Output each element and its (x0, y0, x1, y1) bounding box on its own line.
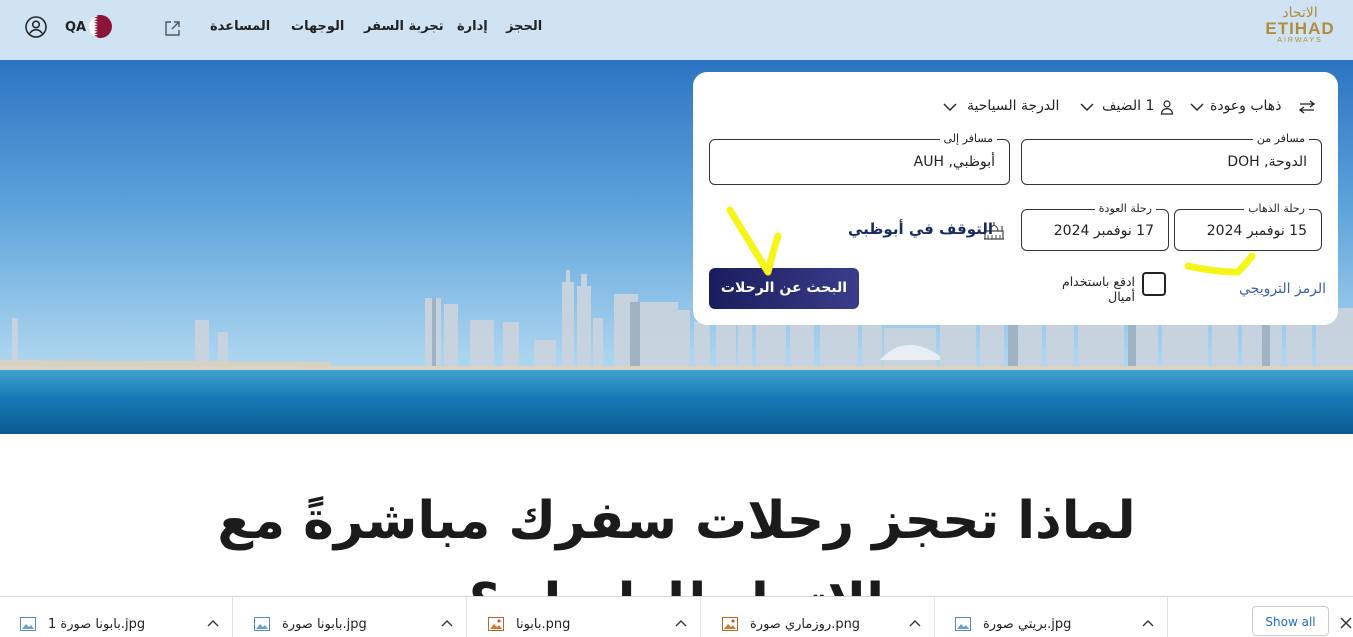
download-item[interactable]: بابونا صورة 1.jpg (0, 597, 233, 637)
country-code[interactable]: QA (65, 20, 86, 35)
nav-book[interactable]: الحجز (506, 19, 542, 34)
etihad-logo[interactable]: الاتحاد ETIHAD AIRWAYS (1258, 6, 1342, 50)
sea (0, 370, 1353, 434)
show-all-downloads-button[interactable]: Show all (1252, 606, 1329, 636)
top-header: QA المساعدة الوجهات تجربة السفر إدارة ال… (0, 0, 1353, 60)
chevron-up-icon[interactable] (909, 619, 921, 627)
chevron-up-icon[interactable] (441, 619, 453, 627)
qatar-flag-icon[interactable] (89, 15, 112, 38)
headline-line-1: لماذا تحجز رحلات سفرك مباشرةً مع (217, 491, 1136, 551)
trip-type-select[interactable]: ذهاب وعودة (1210, 98, 1281, 114)
download-item[interactable]: بابونا صورة.jpg (234, 597, 467, 637)
pay-with-miles-label: ادفع باستخدام أميال (1061, 274, 1135, 304)
promo-code-link[interactable]: الرمز الترويجي (1239, 281, 1326, 297)
return-date-field[interactable]: رحلة العودة 17 نوفمبر 2024 (1021, 202, 1169, 251)
close-icon[interactable] (1340, 617, 1352, 629)
download-item[interactable]: بريتي صورة.jpg (935, 597, 1168, 637)
chevron-down-icon[interactable] (1080, 103, 1094, 112)
search-flights-button[interactable]: البحث عن الرحلات (709, 268, 859, 309)
from-value: الدوحة, DOH (1227, 154, 1307, 170)
nav-manage[interactable]: إدارة (457, 19, 488, 34)
image-file-icon (20, 617, 36, 631)
nav-help[interactable]: المساعدة (210, 19, 270, 34)
image-file-icon (955, 617, 971, 631)
user-profile-icon[interactable] (25, 16, 47, 38)
person-icon (1160, 100, 1174, 115)
download-filename: بريتي صورة.jpg (983, 617, 1072, 632)
to-field[interactable]: مسافر إلى أبوظبي, AUH (709, 132, 1010, 185)
depart-value: 15 نوفمبر 2024 (1206, 223, 1307, 239)
return-value: 17 نوفمبر 2024 (1053, 223, 1154, 239)
cabin-class-select[interactable]: الدرجة السياحية (967, 98, 1059, 114)
logo-arabic: الاتحاد (1282, 5, 1318, 21)
image-file-icon (254, 617, 270, 631)
downloads-bar: بابونا صورة 1.jpg بابونا صورة.jpg بابونا… (0, 596, 1353, 637)
external-link-icon[interactable] (164, 20, 181, 37)
download-filename: بابونا صورة.jpg (282, 617, 367, 632)
nav-destinations[interactable]: الوجهات (291, 19, 344, 34)
png-file-icon (488, 617, 504, 631)
round-trip-arrows-icon (1298, 100, 1316, 114)
download-filename: بابونا.png (516, 617, 571, 632)
app: QA المساعدة الوجهات تجربة السفر إدارة ال… (0, 0, 1353, 637)
png-file-icon (722, 617, 738, 631)
stopover-link[interactable]: التوقف في أبوظبي (848, 220, 993, 238)
download-item[interactable]: روزماري صورة.png (702, 597, 935, 637)
from-label: مسافر من (1252, 132, 1309, 145)
download-item[interactable]: بابونا.png (468, 597, 701, 637)
depart-label: رحلة الذهاب (1244, 202, 1309, 215)
nav-travel-experience[interactable]: تجربة السفر (364, 19, 444, 34)
return-label: رحلة العودة (1094, 202, 1156, 215)
to-label: مسافر إلى (939, 132, 997, 145)
chevron-down-icon[interactable] (943, 103, 957, 112)
from-field[interactable]: مسافر من الدوحة, DOH (1021, 132, 1322, 185)
passengers-select[interactable]: 1 الضيف (1102, 98, 1154, 114)
logo-sub: AIRWAYS (1277, 37, 1323, 44)
logo-english: ETIHAD (1265, 19, 1335, 38)
chevron-up-icon[interactable] (1142, 619, 1154, 627)
chevron-up-icon[interactable] (207, 619, 219, 627)
chevron-up-icon[interactable] (675, 619, 687, 627)
to-value: أبوظبي, AUH (913, 154, 995, 170)
pay-with-miles-checkbox[interactable] (1142, 272, 1166, 296)
depart-date-field[interactable]: رحلة الذهاب 15 نوفمبر 2024 (1174, 202, 1322, 251)
chevron-down-icon[interactable] (1190, 103, 1204, 112)
download-filename: بابونا صورة 1.jpg (48, 617, 146, 632)
download-filename: روزماري صورة.png (750, 617, 861, 632)
